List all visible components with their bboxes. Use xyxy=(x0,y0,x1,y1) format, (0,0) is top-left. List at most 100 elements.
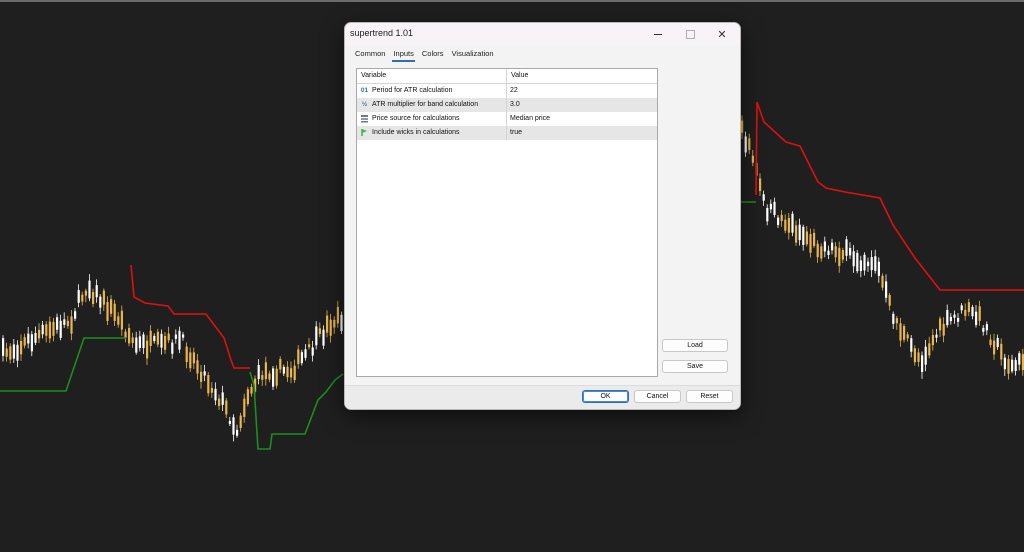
candle-body xyxy=(286,366,289,378)
candle-body xyxy=(888,294,891,306)
maximize-icon xyxy=(685,29,695,39)
candle-body xyxy=(138,336,141,349)
candle-body xyxy=(1018,353,1021,365)
load-button[interactable]: Load xyxy=(662,339,728,352)
candle-body xyxy=(182,334,185,338)
candle-body xyxy=(92,291,95,305)
candle-body xyxy=(773,201,776,215)
tab-inputs[interactable]: Inputs xyxy=(389,49,417,63)
cancel-button[interactable]: Cancel xyxy=(634,390,681,403)
candle-body xyxy=(762,194,765,201)
minimize-button[interactable] xyxy=(643,23,673,45)
candle-body xyxy=(802,226,805,246)
candle-body xyxy=(899,323,902,341)
candle-body xyxy=(27,333,30,344)
candle-body xyxy=(935,334,938,338)
candle-body xyxy=(81,294,84,302)
candle-body xyxy=(146,340,149,359)
candle-body xyxy=(304,349,307,358)
candle-body xyxy=(333,319,336,328)
reset-button[interactable]: Reset xyxy=(686,390,733,403)
candle-body xyxy=(48,321,51,339)
grid-row-period[interactable]: 01 Period for ATR calculation 22 xyxy=(357,84,657,98)
row-variable: ATR multiplier for band calculation xyxy=(372,101,479,108)
candle-body xyxy=(336,306,339,324)
supertrend-line-green-middle xyxy=(249,371,344,450)
chart-top-border xyxy=(0,0,1024,2)
grid-row-include-wicks[interactable]: Include wicks in calculations true xyxy=(357,126,657,140)
candle-body xyxy=(318,328,321,335)
candle-body xyxy=(978,306,981,321)
candle-body xyxy=(903,325,906,340)
candle-body xyxy=(985,324,988,331)
candle-body xyxy=(849,248,852,256)
row-value[interactable]: 3.0 xyxy=(510,101,520,108)
int-type-icon: 01 xyxy=(360,87,369,94)
candle-body xyxy=(207,374,210,394)
tab-visualization[interactable]: Visualization xyxy=(448,49,498,63)
candle-body xyxy=(859,260,862,272)
grid-header: Variable Value xyxy=(357,69,657,84)
candle-body xyxy=(261,375,264,380)
candle-body xyxy=(766,208,769,222)
row-variable: Period for ATR calculation xyxy=(372,87,453,94)
indicator-properties-dialog[interactable]: supertrend 1.01 ✕ Common Inputs Colors V… xyxy=(344,22,741,410)
column-header-variable[interactable]: Variable xyxy=(361,72,386,79)
candle-body xyxy=(881,275,884,288)
candle-body xyxy=(315,326,318,346)
tab-colors[interactable]: Colors xyxy=(418,49,448,63)
ok-button[interactable]: OK xyxy=(582,390,629,403)
candle-body xyxy=(160,333,163,348)
candle-body xyxy=(340,314,343,332)
candle-body xyxy=(131,337,134,344)
row-value[interactable]: Median price xyxy=(510,115,550,122)
candle-body xyxy=(167,333,170,341)
candle-body xyxy=(1014,360,1017,371)
candle-body xyxy=(34,333,37,343)
candle-body xyxy=(942,323,945,336)
candle-body xyxy=(917,352,920,362)
candle-body xyxy=(795,225,798,243)
grid-row-multiplier[interactable]: ½ ATR multiplier for band calculation 3.… xyxy=(357,98,657,112)
candle-body xyxy=(236,429,239,436)
candle-body xyxy=(63,319,66,325)
candle-body xyxy=(102,290,105,305)
inputs-grid[interactable]: Variable Value 01 Period for ATR calcula… xyxy=(356,68,658,377)
candle-body xyxy=(913,348,916,363)
column-header-value[interactable]: Value xyxy=(511,72,528,79)
candle-body xyxy=(856,252,859,272)
candle-body xyxy=(95,285,98,298)
candle-body xyxy=(877,261,880,276)
save-button[interactable]: Save xyxy=(662,360,728,373)
candle-body xyxy=(149,330,152,346)
candle-body xyxy=(967,302,970,312)
candle-body xyxy=(124,331,127,338)
candle-body xyxy=(239,415,242,428)
candle-body xyxy=(16,344,19,361)
row-value[interactable]: true xyxy=(510,129,522,136)
candle-body xyxy=(809,234,812,253)
candle-body xyxy=(867,261,870,267)
candle-body xyxy=(326,315,329,333)
row-value[interactable]: 22 xyxy=(510,87,518,94)
candle-body xyxy=(1000,343,1003,360)
candle-body xyxy=(964,309,967,316)
bool-type-icon xyxy=(360,128,369,137)
row-variable: Price source for calculations xyxy=(372,115,460,122)
grid-row-price-source[interactable]: Price source for calculations Median pri… xyxy=(357,112,657,126)
candle-body xyxy=(308,344,311,348)
candle-body xyxy=(171,342,174,354)
candle-body xyxy=(275,368,278,386)
candle-body xyxy=(30,334,33,352)
close-button[interactable]: ✕ xyxy=(707,23,737,45)
candle-body xyxy=(834,246,837,258)
dialog-titlebar[interactable]: supertrend 1.01 ✕ xyxy=(345,23,740,45)
candle-body xyxy=(200,371,203,382)
candle-body xyxy=(957,317,960,322)
candle-body xyxy=(56,317,59,330)
maximize-button[interactable] xyxy=(675,23,705,45)
candle-body xyxy=(88,280,91,299)
candle-body xyxy=(20,340,23,355)
tab-common[interactable]: Common xyxy=(351,49,389,63)
candle-body xyxy=(827,250,830,256)
